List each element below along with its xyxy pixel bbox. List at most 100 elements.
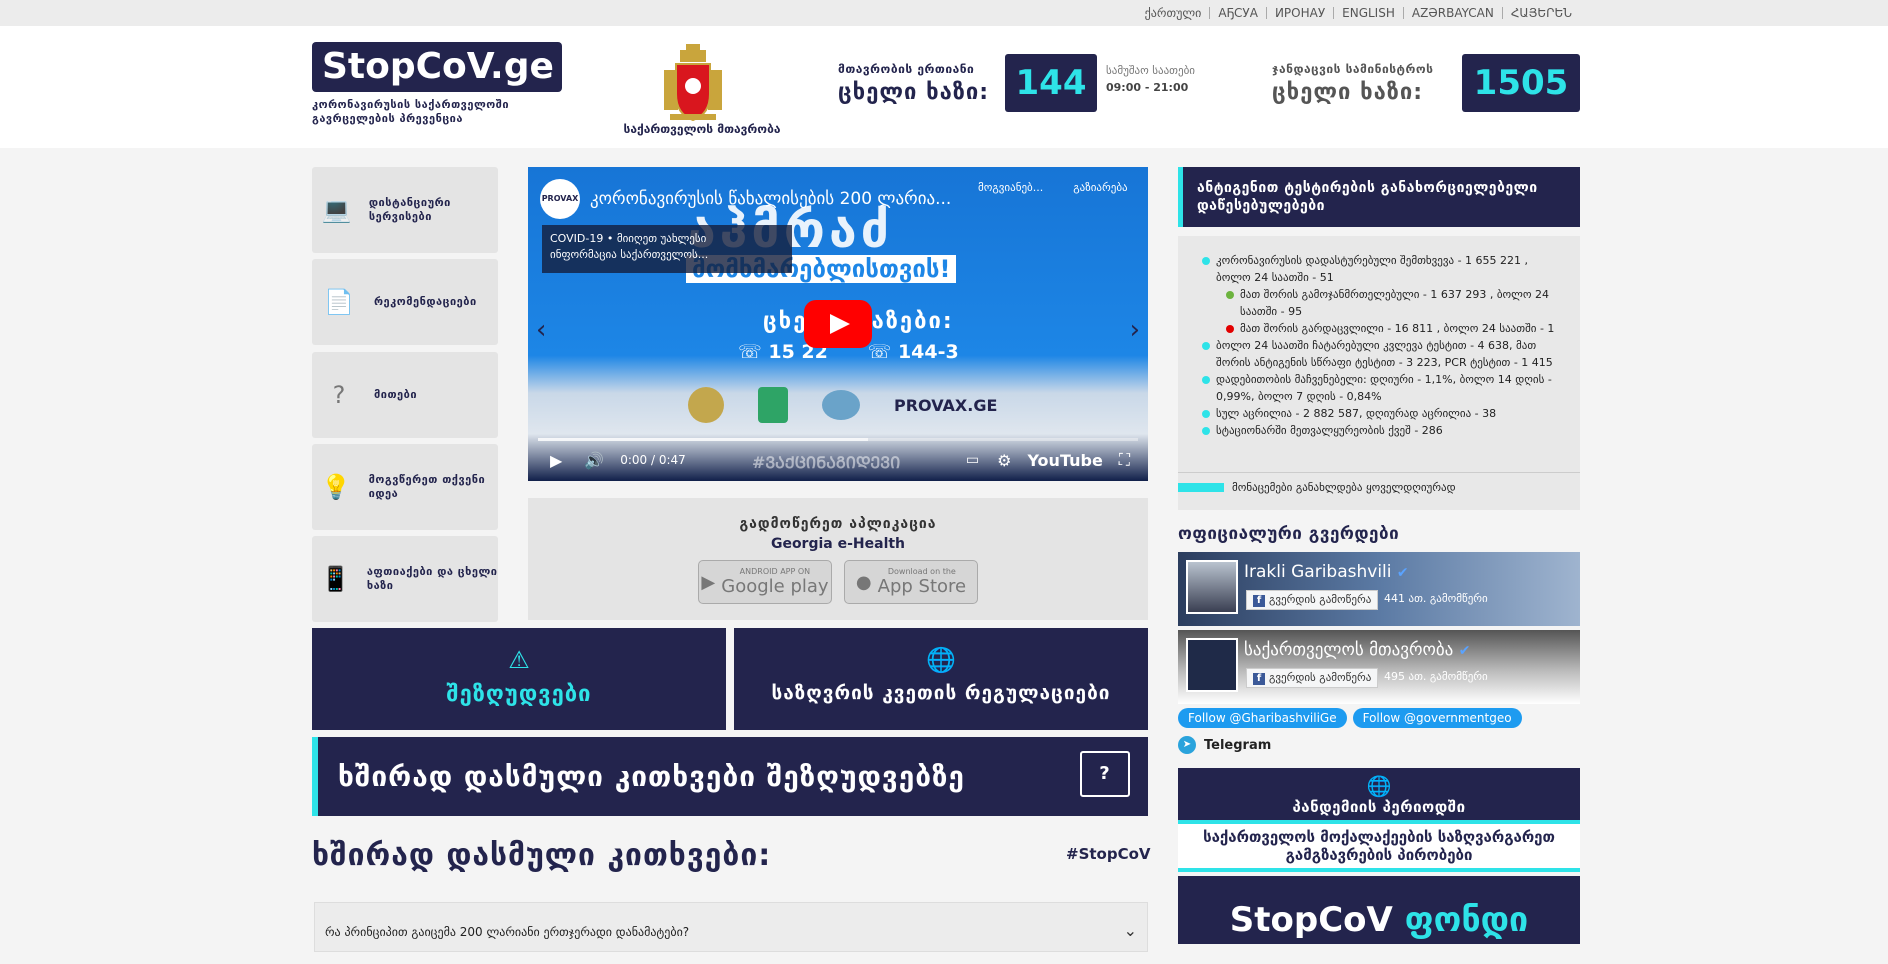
menu-label: დისტანციური სერვისები [368,196,451,223]
coat-of-arms-icon[interactable] [656,42,730,124]
chevron-down-icon[interactable]: ⌄ [1124,921,1137,940]
share-button[interactable]: გაზიარება [1073,181,1127,194]
watch-later-button[interactable]: მოგვიანებ... [978,181,1043,194]
fb-follow-button[interactable]: f გვერდის გამოწერა [1246,668,1379,688]
google-play-label: Google play [721,575,829,597]
video-title[interactable]: კორონავირუსის წახალისების 200 ლარია... [590,189,951,209]
telegram-link[interactable]: ➤ Telegram [1178,736,1271,754]
video-top-actions: მოგვიანებ... გაზიარება [978,181,1128,194]
official-pages-title: ოფიციალური გვერდები [1178,524,1400,544]
menu-remote-services[interactable]: 💻 დისტანციური სერვისები [312,167,498,253]
video-time: 0:00 / 0:47 [620,453,686,467]
globe-phone-icon: 🌐 [926,646,956,674]
site-logo[interactable]: StopCoV.ge [312,42,562,92]
health-hotline-big: ცხელი ხაზი: [1272,80,1424,105]
faq-restrictions-banner[interactable]: ხშირად დასმული კითხვები შეზღუდვებზე ? [312,737,1148,816]
gov-hotline-number[interactable]: 144 [1005,54,1097,112]
border-regulations-label: საზღვრის კვეთის რეგულაციები [771,682,1111,704]
play-icon[interactable]: ▶ [550,451,562,470]
twitter-buttons: Follow @GharibashviliGe Follow @governme… [1178,708,1522,728]
health-hotline-label: ჯანდაცვის სამინისტროს ცხელი ხაზი: [1272,62,1472,105]
fb-follow-label: გვერდის გამოწერა [1269,593,1372,606]
fund-part2: ფონდი [1404,900,1529,940]
menu-label: რეკომენდაციები [374,295,477,308]
warning-icon: ⚠ [508,646,530,674]
telegram-label: Telegram [1204,737,1272,753]
fb-follow-label: გვერდის გამოწერა [1269,671,1372,684]
stat-item-tests: ბოლო 24 საათში ჩატარებული კვლევა ტესტით … [1202,337,1562,371]
fb-page-name[interactable]: საქართველოს მთავრობა [1244,640,1453,660]
facebook-icon: f [1253,673,1265,685]
app-download: გადმოწერეთ აპლიკაცია Georgia e-Health ▶ … [528,498,1148,620]
note-accent-bar [1178,483,1224,492]
info-card-line1: COVID-19 • მიიღეთ უახლესი [550,232,707,245]
health-hotline-number[interactable]: 1505 [1462,54,1580,112]
fund-part1: StopCoV [1229,900,1393,940]
fb-follow-button[interactable]: f გვერდის გამოწერა [1246,590,1379,610]
twitter-follow-pm[interactable]: Follow @GharibashviliGe [1178,708,1347,728]
menu-label: აფთიაქები და ცხელი ხაზი [366,565,498,592]
pandemic-travel-banner[interactable]: 🌐 პანდემიის პერიოდში საქართველოს მოქალაქ… [1178,768,1580,872]
update-note: მონაცემები განახლდება ყოველდღიურად [1178,472,1580,494]
faq-question-item[interactable]: რა პრინციპით გაიცემა 200 ლარიანი ერთჯერა… [314,902,1148,952]
logo-subtitle: კორონავირუსის საქართველოში გავრცელების პ… [312,98,510,125]
border-regulations-tile[interactable]: 🌐 საზღვრის კვეთის რეგულაციები [734,628,1148,730]
lang-azerbaijani[interactable]: AZƏRBAYCAN [1404,7,1503,19]
carousel-prev-icon[interactable]: ‹ [536,315,546,345]
twitter-follow-gov[interactable]: Follow @governmentgeo [1352,708,1522,728]
google-play-icon: ▶ [701,571,716,593]
apple-icon: ● [855,571,872,593]
app-download-title: გადმოწერეთ აპლიკაცია [739,516,937,532]
telegram-icon: ➤ [1178,736,1196,754]
carousel-next-icon[interactable]: › [1130,315,1140,345]
settings-icon[interactable]: ⚙ [997,451,1011,470]
info-card[interactable]: COVID-19 • მიიღეთ უახლესი ინფორმაცია საქ… [542,225,792,273]
antigen-testing-header[interactable]: ანტიგენით ტესტირების განახორციელებელი და… [1178,167,1580,227]
video-controls: ▶ 🔊 0:00 / 0:47 ▭ ⚙ YouTube ⛶ [528,439,1148,481]
fb-page-name[interactable]: Irakli Garibashvili [1244,562,1392,582]
app-name: Georgia e-Health [770,536,906,552]
play-button[interactable] [804,300,872,348]
pandemic-line1: პანდემიის პერიოდში [1292,798,1466,816]
fullscreen-icon[interactable]: ⛶ [1119,450,1130,470]
volume-icon[interactable]: 🔊 [584,451,604,470]
gov-hotline-big: ცხელი ხაზი: [838,80,990,105]
menu-recommendations[interactable]: 📄 რეკომენდაციები [312,259,498,345]
menu-myths[interactable]: ? მითები [312,352,498,438]
government-label: საქართველოს მთავრობა [623,122,781,136]
stopcov-fund-banner[interactable]: StopCoV ფონდი [1178,876,1580,944]
lang-armenian[interactable]: ՀԱՅԵՐԵՆ [1503,7,1580,19]
channel-avatar[interactable]: PROVAX [540,179,580,219]
youtube-logo[interactable]: YouTube [1027,451,1102,470]
restrictions-label: შეზღუდვები [446,682,592,707]
working-hours: სამუშაო საათები 09:00 - 21:00 [1106,62,1195,96]
provax-logo: PROVAX.GE [894,395,998,415]
lang-georgian[interactable]: ქართული [1137,7,1211,19]
restrictions-tile[interactable]: ⚠ შეზღუდვები [312,628,726,730]
gov-hotline-small: მთავრობის ერთიანი [838,62,975,76]
facebook-card-gov[interactable]: საქართველოს მთავრობა ✔ f გვერდის გამოწერა… [1178,630,1580,704]
lang-abkhaz[interactable]: АҔСУА [1210,7,1267,19]
stat-item-positivity: დადებითობის მაჩვენებელი: დღიური - 1,1%, … [1202,371,1562,405]
working-hours-value: 09:00 - 21:00 [1106,81,1189,94]
coat-logo-icon [688,387,724,423]
subtitles-icon[interactable]: ▭ [966,452,979,468]
menu-pharmacies-hotline[interactable]: 📱 აფთიაქები და ცხელი ხაზი [312,536,498,622]
menu-send-idea[interactable]: 💡 მოგვწერეთ თქვენი იდეა [312,444,498,530]
app-store-button[interactable]: ● Download on the App Store [844,560,978,604]
google-play-button[interactable]: ▶ ANDROID APP ON Google play [698,560,832,604]
faq-hashtag: #StopCoV [1066,845,1151,863]
google-play-small: ANDROID APP ON [739,566,811,576]
phone-icon: 📱 [320,565,351,593]
facebook-card-pm[interactable]: Irakli Garibashvili ✔ f გვერდის გამოწერა … [1178,552,1580,626]
lang-ossetian[interactable]: ИРОНАУ [1267,7,1335,19]
statistics-list: კორონავირუსის დადასტურებული შემთხვევა - … [1202,252,1562,439]
stat-item-recovered: მათ შორის გამოჯანმრთელებული - 1 637 293 … [1226,286,1562,320]
facebook-icon: f [1253,595,1265,607]
video-player[interactable]: აჰმრაძ მომხმარებლისთვის! PROVAX კორონავი… [528,167,1148,481]
verified-icon: ✔ [1458,643,1471,659]
lang-english[interactable]: ENGLISH [1334,7,1404,19]
logo-text: StopCoV.ge [322,46,554,87]
info-card-line2: ინფორმაცია საქართველოს... [550,248,709,261]
statistics-box: კორონავირუსის დადასტურებული შემთხვევა - … [1178,236,1580,510]
